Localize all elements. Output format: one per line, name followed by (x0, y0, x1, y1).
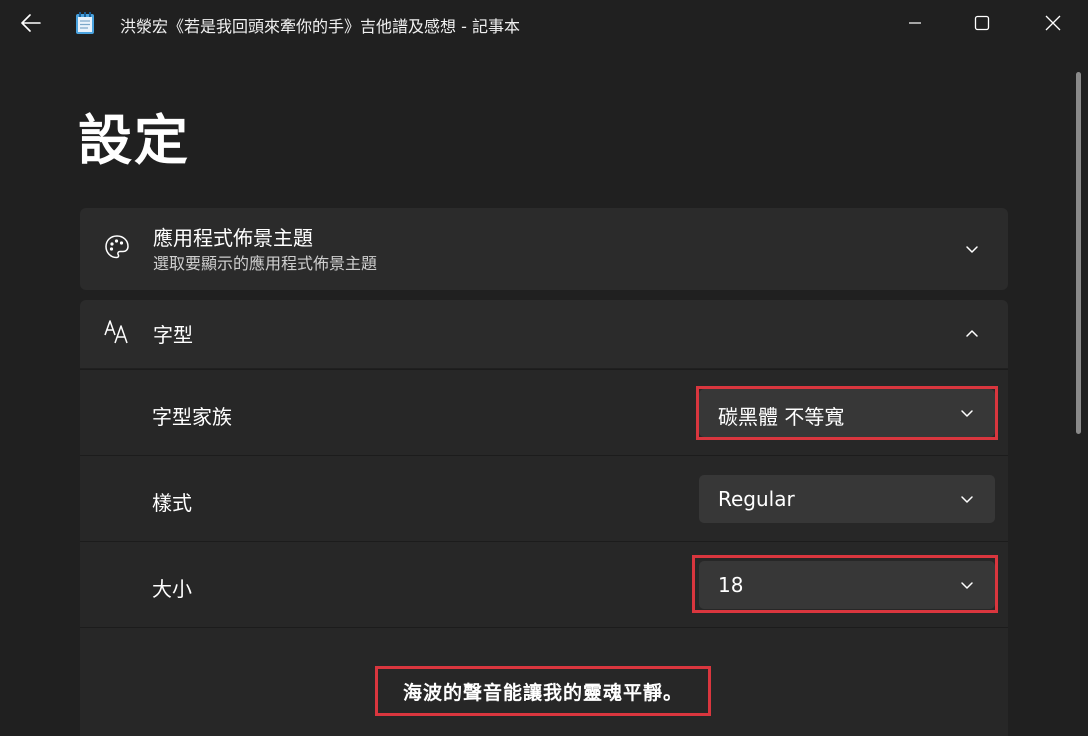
page-title: 設定 (78, 109, 190, 172)
scrollbar-thumb[interactable] (1076, 72, 1081, 434)
font-style-row: 樣式 Regular (80, 455, 1008, 541)
maximize-icon (974, 15, 990, 31)
minimize-button[interactable] (880, 0, 950, 46)
maximize-button[interactable] (947, 0, 1017, 46)
window-title: 洪滎宏《若是我回頭來牽你的手》吉他譜及感想 - 記事本 (120, 17, 520, 36)
font-family-row: 字型家族 碳黑體 不等寬 (80, 369, 1008, 455)
notepad-icon (74, 11, 96, 35)
chevron-up-icon (966, 330, 978, 337)
chevron-down-icon (966, 246, 978, 253)
expand-theme-button[interactable] (956, 233, 988, 265)
font-size-row: 大小 18 (80, 541, 1008, 627)
font-style-label: 樣式 (152, 491, 192, 515)
chevron-down-icon (959, 405, 975, 421)
font-style-value: Regular (718, 487, 795, 511)
close-icon (1045, 15, 1061, 31)
font-card-title: 字型 (153, 323, 193, 347)
font-preview-box: 海波的聲音能讓我的靈魂平靜。 (375, 666, 711, 716)
font-size-dropdown[interactable]: 18 (699, 561, 995, 609)
theme-card-subtitle: 選取要顯示的應用程式佈景主題 (153, 254, 378, 273)
chevron-down-icon (959, 491, 975, 507)
close-button[interactable] (1018, 0, 1088, 46)
font-family-value: 碳黑體 不等寬 (718, 405, 845, 429)
arrow-left-icon (21, 14, 41, 32)
theme-card-title: 應用程式佈景主題 (153, 226, 313, 250)
font-size-value: 18 (718, 573, 744, 597)
font-settings-card[interactable]: 字型 (80, 300, 1008, 368)
title-bar: 洪滎宏《若是我回頭來牽你的手》吉他譜及感想 - 記事本 (0, 0, 1088, 46)
font-style-dropdown[interactable]: Regular (699, 475, 995, 523)
font-size-label: 大小 (152, 577, 192, 601)
chevron-down-icon (959, 577, 975, 593)
font-family-dropdown[interactable]: 碳黑體 不等寬 (699, 389, 995, 437)
theme-settings-card[interactable]: 應用程式佈景主題 選取要顯示的應用程式佈景主題 (80, 208, 1008, 290)
back-button[interactable] (16, 9, 46, 37)
collapse-font-button[interactable] (956, 318, 988, 350)
font-icon (102, 316, 132, 346)
font-family-label: 字型家族 (152, 405, 232, 429)
minimize-icon (909, 22, 921, 24)
font-preview-text: 海波的聲音能讓我的靈魂平靜。 (402, 681, 683, 704)
palette-icon (102, 232, 132, 262)
